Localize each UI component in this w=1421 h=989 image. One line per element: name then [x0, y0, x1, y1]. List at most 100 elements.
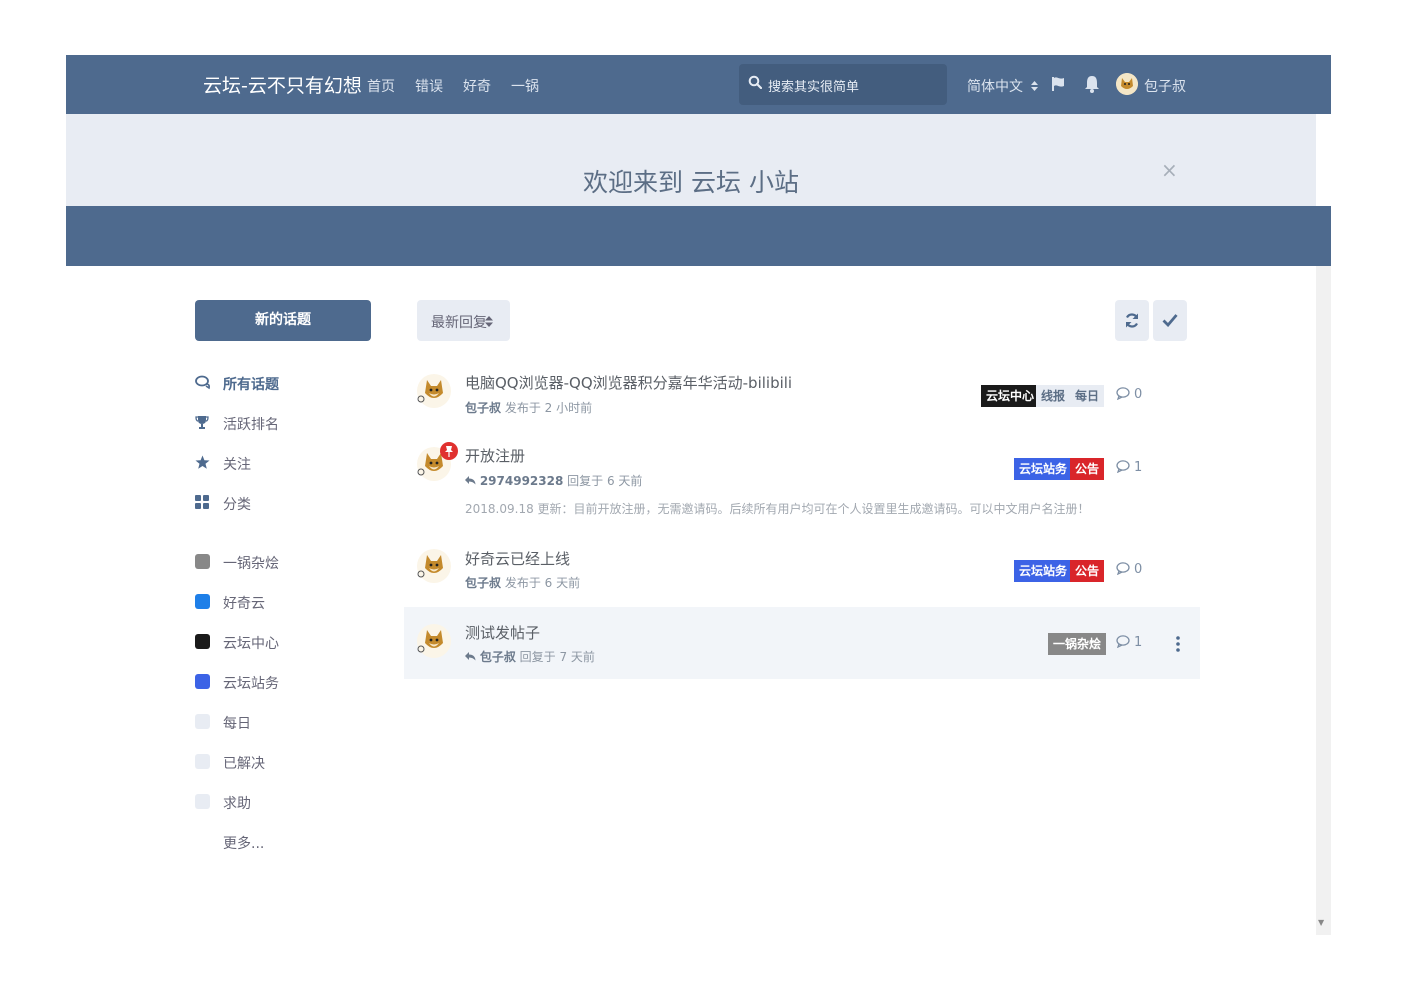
hero-title: 欢迎来到 云坛 小站	[583, 168, 799, 197]
discussion-excerpt: 2018.09.18 更新：目前开放注册，无需邀请码。后续所有用户均可在个人设置…	[465, 502, 1090, 516]
tag-badge[interactable]: 云坛站务	[1014, 458, 1073, 480]
discussion-author[interactable]: 包子叔	[465, 401, 501, 415]
tag-badge[interactable]: 一锅杂烩	[1048, 633, 1107, 655]
tag-badge[interactable]: 公告	[1070, 560, 1105, 582]
discussion-meta: 2974992328 回复于 6 天前	[465, 472, 642, 489]
discussion-author[interactable]: 包子叔	[480, 650, 516, 664]
mark-all-read-button[interactable]	[1153, 300, 1187, 341]
trophy-icon	[195, 416, 209, 429]
reply-count-value: 0	[1134, 562, 1143, 577]
sidebar-item-label: 云坛站务	[223, 676, 279, 692]
discussion-row[interactable]: 测试发帖子 包子叔 回复于 7 天前 一锅杂烩 1	[404, 607, 1200, 679]
reply-arrow-icon	[465, 652, 476, 661]
discussion-author[interactable]: 2974992328	[480, 474, 564, 488]
pinned-badge	[440, 442, 458, 460]
category-color-swatch	[195, 554, 210, 569]
user-avatar-icon	[417, 624, 451, 658]
language-label: 简体中文	[967, 79, 1023, 95]
reply-arrow-icon	[465, 476, 476, 485]
user-avatar-icon	[417, 549, 451, 583]
scroll-down-arrow-icon[interactable]: ▼	[1318, 918, 1324, 927]
comments-icon	[195, 375, 210, 390]
discussion-title[interactable]: 电脑QQ浏览器-QQ浏览器积分嘉年华活动-bilibili	[465, 372, 792, 393]
grid-icon	[195, 495, 209, 509]
discussion-title[interactable]: 测试发帖子	[465, 622, 540, 643]
site-brand[interactable]: 云坛-云不只有幻想	[203, 71, 362, 98]
category-color-swatch	[195, 674, 210, 689]
nav-link-curious[interactable]: 好奇	[463, 76, 491, 96]
browser-viewport: 云坛-云不只有幻想 首页 错误 好奇 一锅 搜索其实很简单 简体中文 包子叔 欢…	[66, 55, 1331, 935]
tag-badge[interactable]: 线报	[1036, 385, 1071, 407]
tag-badge[interactable]: 公告	[1070, 458, 1105, 480]
reply-count: 1	[1116, 460, 1142, 475]
tag-badge[interactable]: 每日	[1070, 385, 1105, 407]
sidebar-item-label: 关注	[223, 457, 251, 473]
discussion-time: 发布于 2 小时前	[504, 401, 593, 415]
language-select[interactable]: 简体中文	[967, 76, 1039, 96]
nav-link-errors[interactable]: 错误	[415, 76, 443, 96]
reply-count-value: 1	[1134, 460, 1143, 475]
category-color-swatch	[195, 634, 210, 649]
user-avatar-icon	[417, 374, 451, 408]
nav-link-home[interactable]: 首页	[367, 76, 395, 96]
doge-avatar-icon	[1116, 73, 1138, 95]
refresh-icon	[1125, 313, 1139, 328]
nav-link-pot[interactable]: 一锅	[511, 76, 539, 96]
hero-banner-lower	[66, 206, 1331, 266]
reply-count: 1	[1116, 635, 1142, 650]
sidebar-item-label: 更多...	[223, 836, 265, 852]
discussion-title[interactable]: 好奇云已经上线	[465, 548, 570, 569]
discussion-time: 发布于 6 天前	[504, 576, 581, 590]
discussion-time: 回复于 7 天前	[519, 650, 595, 664]
search-input[interactable]: 搜索其实很简单	[739, 64, 947, 105]
thumbtack-icon	[445, 446, 453, 457]
category-color-swatch	[195, 794, 210, 809]
check-icon	[1162, 314, 1178, 327]
sidebar-item-label: 云坛中心	[223, 636, 279, 652]
discussion-row[interactable]: 电脑QQ浏览器-QQ浏览器积分嘉年华活动-bilibili 包子叔 发布于 2 …	[404, 359, 1200, 431]
sidebar-item-label: 分类	[223, 497, 251, 513]
sort-caret-icon	[485, 316, 493, 327]
sidebar-item-label: 所有话题	[223, 377, 279, 393]
sort-caret-icon	[1031, 81, 1039, 91]
discussion-title[interactable]: 开放注册	[465, 445, 525, 466]
sidebar-item-label: 好奇云	[223, 596, 265, 612]
discussion-row[interactable]: 开放注册 2974992328 回复于 6 天前 2018.09.18 更新：目…	[404, 432, 1200, 524]
search-icon	[748, 75, 762, 89]
category-color-swatch	[195, 594, 210, 609]
hero-close-button[interactable]: ×	[1161, 158, 1178, 182]
discussion-meta: 包子叔 发布于 2 小时前	[465, 399, 592, 416]
comment-icon	[1116, 387, 1130, 401]
tag-badge[interactable]: 云坛站务	[1014, 560, 1073, 582]
reply-count-value: 0	[1134, 387, 1143, 402]
discussion-meta: 包子叔 回复于 7 天前	[465, 648, 595, 665]
discussion-author[interactable]: 包子叔	[465, 576, 501, 590]
more-options-icon[interactable]	[1176, 636, 1180, 652]
page-scrollbar[interactable]	[1316, 266, 1331, 935]
search-placeholder: 搜索其实很简单	[768, 80, 860, 95]
comment-icon	[1116, 460, 1130, 474]
username[interactable]: 包子叔	[1144, 76, 1186, 96]
reply-count: 0	[1116, 562, 1142, 577]
discussion-meta: 包子叔 发布于 6 天前	[465, 574, 580, 591]
sidebar-item-label: 一锅杂烩	[223, 556, 279, 572]
reply-count-value: 1	[1134, 635, 1143, 650]
sidebar-item-label: 活跃排名	[223, 417, 279, 433]
category-color-swatch	[195, 754, 210, 769]
flag-icon[interactable]	[1050, 76, 1066, 92]
sort-dropdown[interactable]: 最新回复	[417, 300, 510, 341]
new-topic-button[interactable]: 新的话题	[195, 300, 371, 341]
top-header: 云坛-云不只有幻想 首页 错误 好奇 一锅 搜索其实很简单 简体中文 包子叔	[66, 55, 1331, 114]
sidebar-item-label: 求助	[223, 796, 251, 812]
comment-icon	[1116, 635, 1130, 649]
tag-badge[interactable]: 云坛中心	[981, 385, 1040, 407]
category-color-swatch	[195, 714, 210, 729]
refresh-button[interactable]	[1115, 300, 1149, 341]
sidebar-item-label: 已解决	[223, 756, 265, 772]
user-avatar[interactable]	[1116, 73, 1138, 95]
sidebar-item-label: 每日	[223, 716, 251, 732]
bell-icon[interactable]	[1084, 75, 1100, 93]
discussion-row[interactable]: 好奇云已经上线 包子叔 发布于 6 天前 云坛站务 公告 0	[404, 534, 1200, 606]
star-icon	[195, 455, 210, 469]
reply-count: 0	[1116, 387, 1142, 402]
